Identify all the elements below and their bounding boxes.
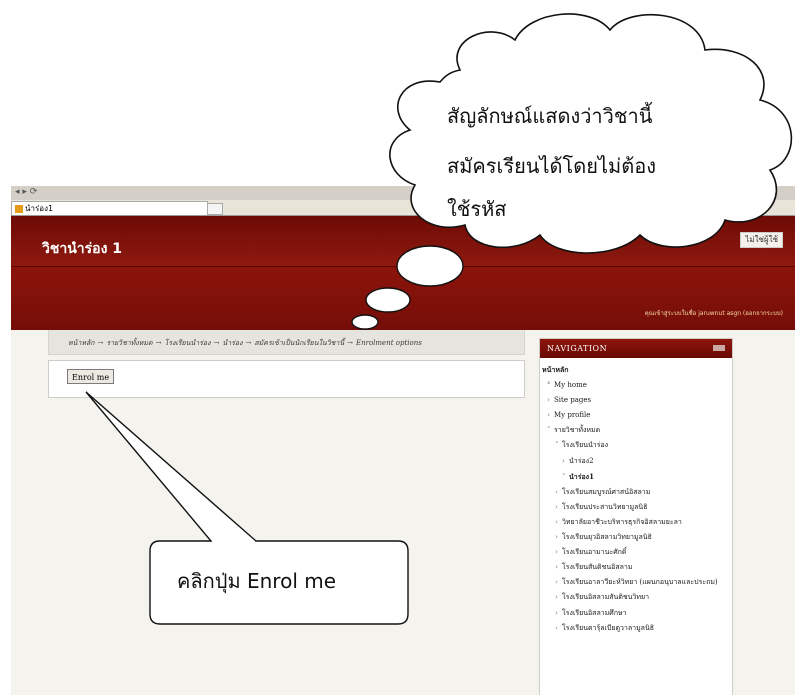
nav-item[interactable]: ° My home: [540, 378, 732, 393]
browser-tab[interactable]: นำร่อง1: [11, 201, 208, 215]
breadcrumb-item[interactable]: โรงเรียนนำร่อง: [164, 339, 210, 347]
nav-item[interactable]: ˅ นำร่อง1: [540, 469, 732, 485]
cloud-text-line-3: ใช้รหัส: [447, 197, 507, 221]
nav-item-label: My profile: [554, 411, 591, 420]
nav-item[interactable]: › วิทยาลัยอาชีวะบริหารธุรกิจอิสลามยะลา: [540, 515, 732, 530]
nav-item[interactable]: › My profile: [540, 408, 732, 423]
nav-bullet-icon: ˅: [555, 441, 559, 450]
breadcrumb-trail: หน้าหลัก → รายวิชาทั้งหมด → โรงเรียนนำร่อง → น…: [68, 338, 422, 349]
nav-item[interactable]: ˅ รายวิชาทั้งหมด: [540, 423, 732, 438]
callout-text: คลิกปุ่ม Enrol me: [177, 569, 337, 593]
breadcrumb-separator: →: [213, 339, 220, 347]
nav-item-label: โรงเรียนประสานวิทยามูลนิธิ: [562, 502, 648, 511]
nav-bullet-icon: °: [547, 381, 551, 390]
nav-item-label: โรงเรียนอิสลามสันติชนวิทยา: [562, 593, 650, 602]
breadcrumb-separator: →: [245, 339, 252, 347]
cloud-text-line-1: สัญลักษณ์แสดงว่าวิชานี้: [447, 104, 653, 128]
nav-bullet-icon: ›: [547, 411, 550, 420]
nav-bullet-icon: ›: [562, 456, 565, 465]
nav-bullet-icon: ›: [555, 623, 558, 632]
nav-item-label: วิทยาลัยอาชีวะบริหารธุรกิจอิสลามยะลา: [562, 517, 682, 526]
nav-item[interactable]: › โรงเรียนอิสลามศึกษา: [540, 606, 732, 621]
enrol-me-button[interactable]: Enrol me: [67, 369, 115, 384]
page-content: หน้าหลัก → รายวิชาทั้งหมด → โรงเรียนนำร่อง → น…: [11, 330, 795, 695]
nav-bullet-icon: ›: [547, 396, 550, 405]
nav-bullet-icon: ˅: [562, 472, 566, 481]
nav-item-label: รายวิชาทั้งหมด: [554, 426, 601, 435]
thought-cloud: [389, 13, 793, 254]
toolbar-icons: ◂ ▸ ⟳: [15, 187, 38, 197]
nav-item[interactable]: › โรงเรียนอาลาวียะห์วิทยา (แผนกอนุบาลและป…: [540, 575, 732, 590]
breadcrumb-item[interactable]: รายวิชาทั้งหมด: [106, 339, 152, 347]
nav-item[interactable]: › โรงเรียนสมบูรณ์ศาสน์อิสลาม: [540, 485, 732, 500]
breadcrumb: หน้าหลัก → รายวิชาทั้งหมด → โรงเรียนนำร่อง → น…: [48, 330, 525, 355]
nav-item-label: หน้าหลัก: [542, 365, 569, 374]
nav-bullet-icon: ›: [555, 593, 558, 602]
new-tab-button[interactable]: [207, 203, 223, 215]
nav-item-label: โรงเรียนสมบูรณ์ศาสน์อิสลาม: [562, 487, 651, 496]
nav-bullet-icon: ˅: [547, 426, 551, 435]
breadcrumb-item[interactable]: นำร่อง: [222, 339, 242, 347]
nav-item-label: โรงเรียนนำร่อง: [562, 441, 609, 450]
breadcrumb-separator: →: [347, 339, 353, 347]
nav-bullet-icon: ›: [555, 608, 558, 617]
nav-item[interactable]: › โรงเรียนดารุ้ลเบียดูวาลามูลนิธิ: [540, 621, 732, 636]
nav-bullet-icon: ›: [555, 517, 558, 526]
nav-bullet-icon: ›: [555, 487, 558, 496]
nav-item[interactable]: หน้าหลัก: [540, 362, 732, 378]
enrol-panel: Enrol me: [48, 360, 525, 398]
cloud-text-line-2: สมัครเรียนได้โดยไม่ต้อง: [447, 154, 656, 178]
nav-item-label: นำร่อง2: [569, 456, 594, 465]
tab-title: นำร่อง1: [25, 204, 54, 213]
nav-bullet-icon: ›: [555, 578, 558, 587]
header-band: [11, 266, 795, 331]
nav-item[interactable]: › โรงเรียนอามานะศักดิ์: [540, 545, 732, 560]
nav-item-label: โรงเรียนอิสลามศึกษา: [562, 608, 627, 617]
navigation-header: NAVIGATION: [540, 339, 732, 358]
breadcrumb-item[interactable]: สมัครเข้าเป็นนักเรียนในวิชานี้: [254, 339, 344, 347]
navigation-list: หน้าหลัก ° My home › Site pages › My profile ˅ ร…: [540, 358, 732, 636]
nav-bullet-icon: ›: [555, 563, 558, 572]
nav-item[interactable]: › โรงเรียนอิสลามสันติชนวิทยา: [540, 590, 732, 605]
nav-item-label: โรงเรียนดารุ้ลเบียดูวาลามูลนิธิ: [562, 623, 655, 632]
moodle-favicon-icon: [15, 204, 23, 213]
nav-item-label: My home: [554, 381, 587, 390]
login-info[interactable]: คุณเข้าสู่ระบบในชื่อ jaruwnut asgn (ออกจ…: [645, 308, 783, 318]
nav-bullet-icon: ›: [555, 533, 558, 542]
navigation-title: NAVIGATION: [547, 344, 608, 353]
nav-item-label: โรงเรียนยุวอิสลามวิทยามูลนิธิ: [562, 533, 652, 542]
nav-item[interactable]: › Site pages: [540, 393, 732, 408]
nav-bullet-icon: ›: [555, 548, 558, 557]
course-title: วิชานำร่อง 1: [42, 241, 123, 257]
nav-item-label: โรงเรียนอามานะศักดิ์: [562, 548, 627, 557]
breadcrumb-item: Enrolment options: [356, 339, 422, 347]
nav-item-label: Site pages: [554, 396, 592, 405]
breadcrumb-item[interactable]: หน้าหลัก: [68, 339, 94, 347]
nav-item[interactable]: › โรงเรียนประสานวิทยามูลนิธิ: [540, 500, 732, 515]
nav-item[interactable]: ˅ โรงเรียนนำร่อง: [540, 438, 732, 453]
nav-item-label: โรงเรียนอาลาวียะห์วิทยา (แผนกอนุบาลและปร…: [562, 578, 718, 587]
nav-item[interactable]: › โรงเรียนยุวอิสลามวิทยามูลนิธิ: [540, 530, 732, 545]
breadcrumb-separator: →: [155, 339, 162, 347]
nav-item-label: โรงเรียนสันติชนอิสลาม: [562, 563, 633, 572]
block-control-icon[interactable]: [713, 345, 725, 351]
navigation-block: NAVIGATION หน้าหลัก ° My home › Site pages › M…: [539, 338, 733, 695]
nav-bullet-icon: ›: [555, 502, 558, 511]
nav-item[interactable]: › นำร่อง2: [540, 454, 732, 469]
breadcrumb-separator: →: [97, 339, 104, 347]
nav-item-label: นำร่อง1: [569, 471, 594, 481]
nav-item[interactable]: › โรงเรียนสันติชนอิสลาม: [540, 560, 732, 575]
